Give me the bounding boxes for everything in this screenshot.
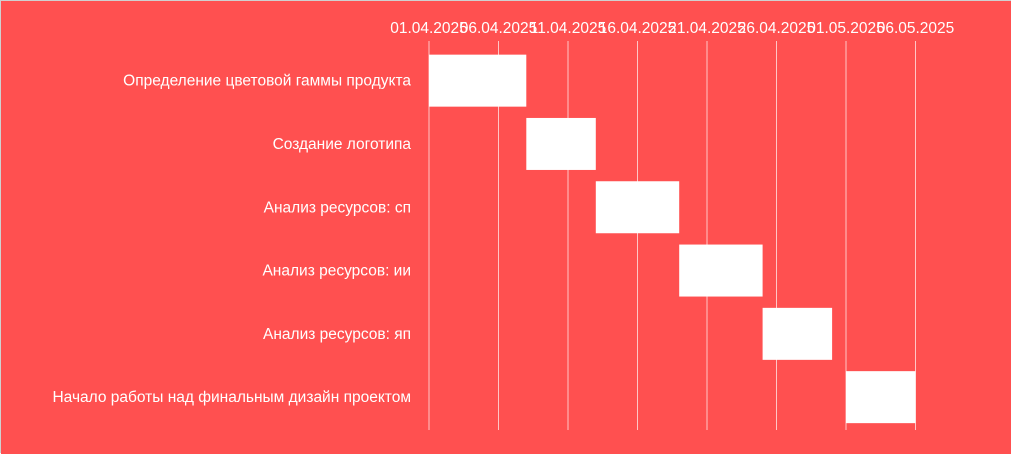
chart-frame: 01.04.2025 06.04.2025 11.04.2025 16.04.2025…: [0, 0, 1011, 454]
x-tick-label: 11.04.2025: [530, 20, 606, 37]
task-label: Определение цветовой гаммы продукта: [123, 73, 411, 90]
gantt-chart: 01.04.202506.04.202511.04.202516.04.2025…: [1, 1, 1011, 454]
x-tick-label: 26.04.2025: [738, 20, 816, 37]
task-label: Начало работы над финальным дизайн проек…: [52, 389, 411, 406]
x-tick-label: 06.04.2025: [460, 20, 538, 37]
task-bar: [762, 307, 833, 360]
x-tick-label: 01.04.2025: [390, 20, 468, 37]
task-label: Анализ ресурсов: сп: [264, 199, 411, 216]
task-bar: [679, 244, 763, 297]
task-label: Создание логотипа: [273, 136, 412, 153]
x-tick-label: 16.04.2025: [599, 20, 677, 37]
x-tick-label: 06.05.2025: [877, 20, 955, 37]
task-bar: [846, 371, 916, 424]
x-tick-labels: 01.04.202506.04.202511.04.202516.04.2025…: [390, 20, 954, 37]
task-bar: [595, 181, 680, 234]
task-bar: [526, 117, 596, 170]
task-bar: [429, 54, 527, 107]
task-label: Анализ ресурсов: яп: [263, 326, 411, 343]
x-tick-label: 21.04.2025: [668, 20, 746, 37]
task-label: Анализ ресурсов: ии: [262, 263, 411, 280]
x-tick-label: 01.05.2025: [807, 20, 885, 37]
